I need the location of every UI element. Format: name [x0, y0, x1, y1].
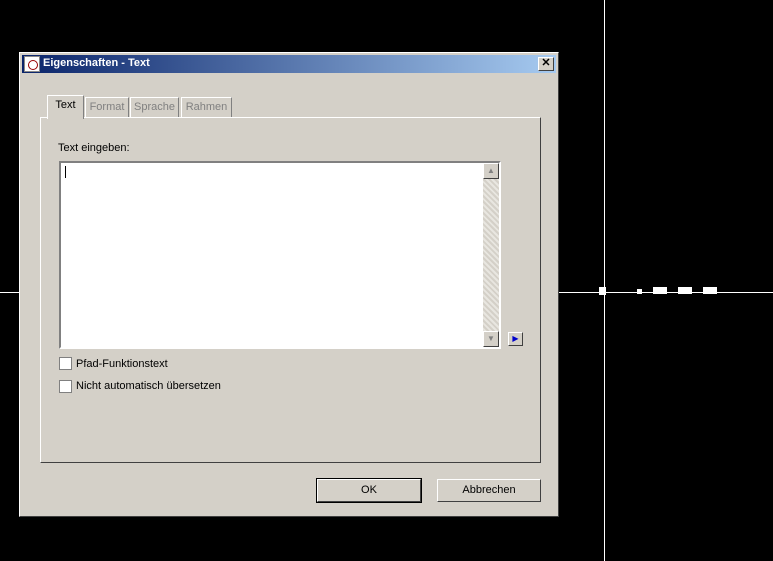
- canvas-marker: [678, 287, 692, 294]
- tab-sprache[interactable]: Sprache: [130, 97, 179, 117]
- text-caret: [65, 166, 66, 178]
- close-button[interactable]: ✕: [538, 57, 554, 71]
- canvas-marker: [703, 287, 717, 294]
- app-icon: [24, 56, 40, 72]
- dialog-title: Eigenschaften - Text: [43, 57, 150, 69]
- text-input-area[interactable]: ▲ ▼: [59, 161, 501, 349]
- properties-dialog: Eigenschaften - Text ✕ Text Format Sprac…: [19, 52, 559, 517]
- nicht-uebersetzen-checkbox[interactable]: [59, 380, 72, 393]
- ok-button[interactable]: OK: [316, 478, 422, 503]
- scroll-up-icon[interactable]: ▲: [483, 163, 499, 179]
- expand-icon[interactable]: ▶: [508, 332, 523, 346]
- pfad-funktionstext-checkbox[interactable]: [59, 357, 72, 370]
- canvas-marker: [599, 287, 606, 295]
- tab-text[interactable]: Text: [47, 95, 84, 119]
- scroll-down-icon[interactable]: ▼: [483, 331, 499, 347]
- tab-rahmen[interactable]: Rahmen: [181, 97, 232, 117]
- nicht-uebersetzen-label[interactable]: Nicht automatisch übersetzen: [76, 380, 221, 392]
- tab-format[interactable]: Format: [85, 97, 129, 117]
- pfad-funktionstext-label[interactable]: Pfad-Funktionstext: [76, 358, 168, 370]
- vertical-scrollbar[interactable]: ▲ ▼: [483, 163, 499, 347]
- title-bar[interactable]: Eigenschaften - Text ✕: [22, 55, 556, 73]
- canvas-marker: [637, 289, 642, 294]
- text-input-label: Text eingeben:: [58, 142, 130, 154]
- cancel-button[interactable]: Abbrechen: [437, 479, 541, 502]
- crosshair-vertical: [604, 0, 605, 561]
- canvas-marker: [653, 287, 667, 294]
